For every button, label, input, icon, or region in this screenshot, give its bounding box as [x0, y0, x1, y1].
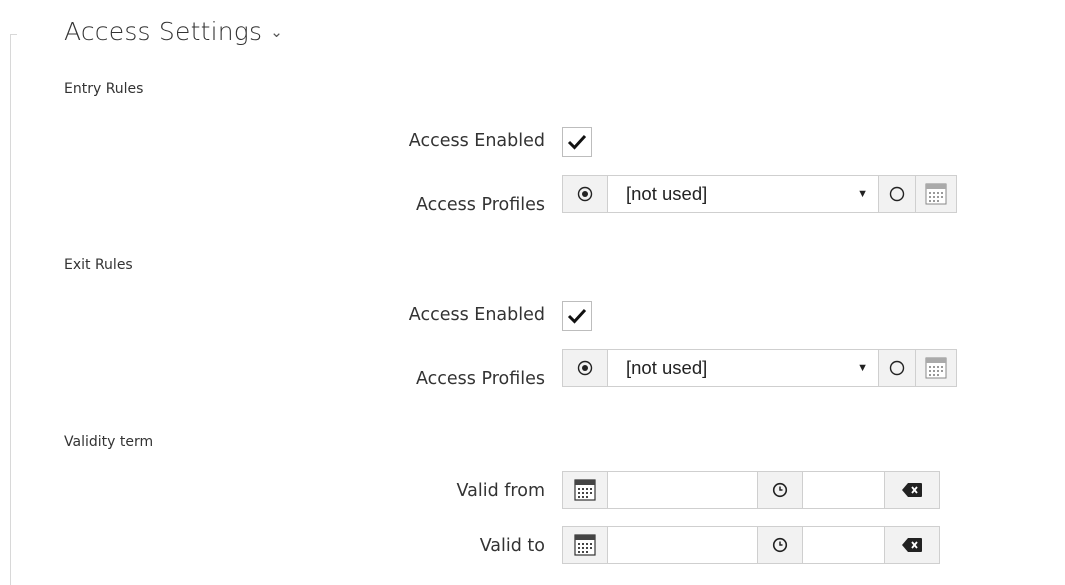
exit-access-enabled-checkbox[interactable]	[562, 301, 592, 331]
group-label-entry-rules: Entry Rules	[64, 81, 144, 97]
label-valid-to: Valid to	[479, 536, 545, 556]
calendar-icon	[925, 183, 947, 205]
left-divider	[10, 34, 11, 585]
valid-from-date-input[interactable]	[608, 472, 758, 508]
label-valid-from: Valid from	[456, 481, 545, 501]
valid-to-calendar-button[interactable]	[563, 527, 608, 563]
dropdown-caret-icon: ▼	[857, 362, 868, 374]
exit-profile-calendar-button[interactable]	[916, 350, 956, 386]
label-exit-access-enabled: Access Enabled	[408, 305, 545, 325]
valid-from-clear-button[interactable]	[885, 472, 939, 508]
group-label-exit-rules: Exit Rules	[64, 257, 133, 273]
valid-to-time-input[interactable]	[803, 527, 885, 563]
valid-to-date-input[interactable]	[608, 527, 758, 563]
valid-to-clock-button[interactable]	[758, 527, 803, 563]
valid-to-clear-button[interactable]	[885, 527, 939, 563]
exit-profile-list-radio[interactable]	[563, 350, 608, 386]
entry-access-enabled-checkbox[interactable]	[562, 127, 592, 157]
entry-profile-list-radio[interactable]	[563, 176, 608, 212]
exit-access-profiles-select[interactable]: [not used] ▼	[608, 350, 879, 386]
entry-access-profiles-control: [not used] ▼	[562, 175, 957, 213]
label-entry-access-profiles: Access Profiles	[415, 195, 545, 215]
select-value: [not used]	[626, 357, 708, 378]
chevron-down-icon: ⌄	[270, 23, 283, 41]
radio-selected-icon	[577, 186, 593, 202]
valid-from-clock-button[interactable]	[758, 472, 803, 508]
checkmark-icon	[567, 308, 587, 324]
calendar-icon	[574, 534, 596, 556]
section-header-access-settings[interactable]: Access Settings ⌄	[64, 14, 283, 53]
exit-access-profiles-control: [not used] ▼	[562, 349, 957, 387]
left-divider-tick	[10, 34, 17, 35]
valid-to-control	[562, 526, 940, 564]
valid-from-control	[562, 471, 940, 509]
group-label-validity-term: Validity term	[64, 434, 154, 450]
label-exit-access-profiles: Access Profiles	[415, 369, 545, 389]
dropdown-caret-icon: ▼	[857, 188, 868, 200]
select-value: [not used]	[626, 183, 708, 204]
clock-icon	[772, 482, 788, 498]
label-entry-access-enabled: Access Enabled	[408, 131, 545, 151]
radio-unselected-icon	[889, 360, 905, 376]
clock-icon	[772, 537, 788, 553]
entry-profile-calendar-radio[interactable]	[879, 176, 916, 212]
radio-unselected-icon	[889, 186, 905, 202]
exit-profile-calendar-radio[interactable]	[879, 350, 916, 386]
calendar-icon	[925, 357, 947, 379]
checkmark-icon	[567, 134, 587, 150]
calendar-icon	[574, 479, 596, 501]
entry-access-profiles-select[interactable]: [not used] ▼	[608, 176, 879, 212]
backspace-clear-icon	[902, 483, 922, 497]
valid-from-time-input[interactable]	[803, 472, 885, 508]
valid-from-calendar-button[interactable]	[563, 472, 608, 508]
section-title: Access Settings	[64, 17, 263, 46]
entry-profile-calendar-button[interactable]	[916, 176, 956, 212]
backspace-clear-icon	[902, 538, 922, 552]
radio-selected-icon	[577, 360, 593, 376]
